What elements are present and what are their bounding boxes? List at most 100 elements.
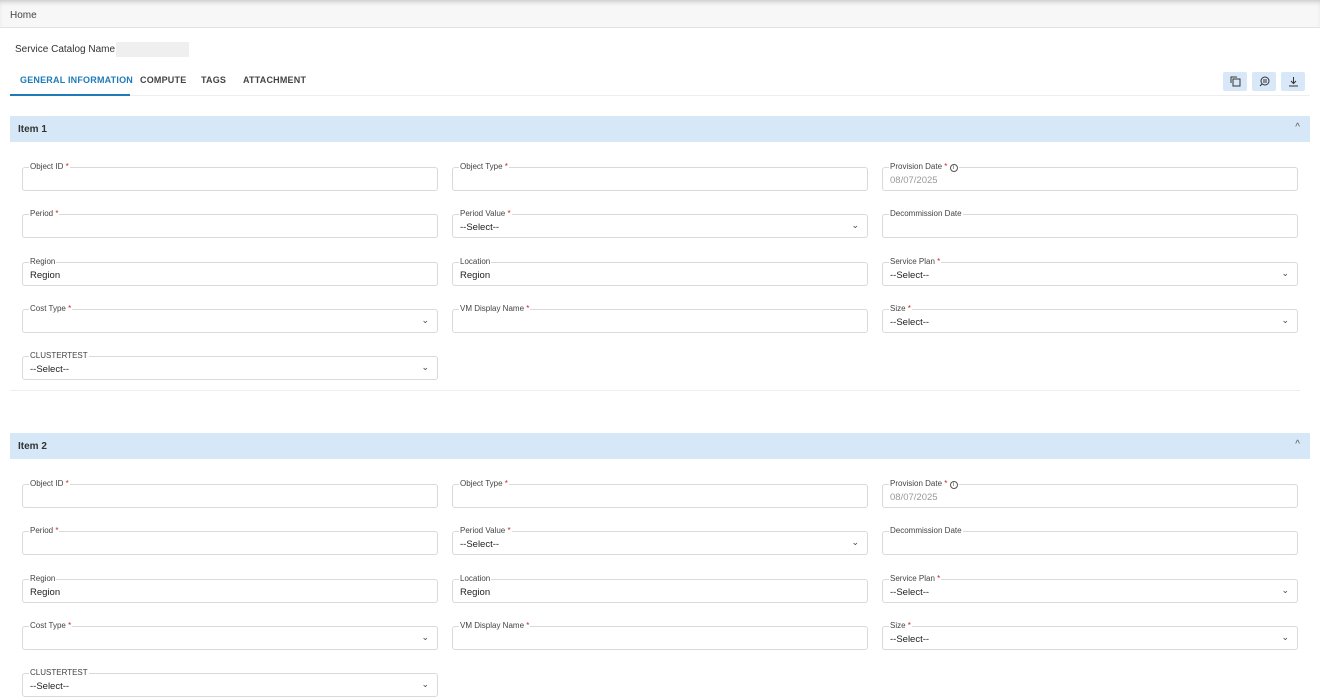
decommission-date-input[interactable]: Decommission Date bbox=[882, 526, 1298, 556]
required-marker: * bbox=[68, 620, 72, 630]
field-label: Service Plan * bbox=[889, 573, 942, 584]
cost-type-select[interactable]: Cost Type * ⌄ bbox=[22, 303, 438, 333]
chevron-down-icon[interactable]: ⌄ bbox=[1281, 268, 1289, 279]
cost-type-select[interactable]: Cost Type * ⌄ bbox=[22, 620, 438, 650]
download-icon bbox=[1288, 77, 1298, 87]
field-label: Provision Date * i bbox=[889, 162, 959, 172]
service-plan-select[interactable]: Service Plan * --Select-- ⌄ bbox=[882, 256, 1298, 286]
field-label-text: Location bbox=[460, 256, 491, 266]
object-type-input[interactable]: Object Type * bbox=[452, 479, 868, 508]
field-label-text: Region bbox=[30, 256, 56, 266]
chevron-down-icon[interactable]: ⌄ bbox=[1281, 632, 1289, 643]
chevron-up-icon[interactable]: ^ bbox=[1295, 122, 1300, 133]
item-section: Item 1 ^ bbox=[10, 116, 1310, 142]
field-label: Object Type * bbox=[459, 162, 509, 172]
item-header[interactable]: Item 2 ^ bbox=[10, 433, 1310, 459]
required-marker: * bbox=[526, 620, 530, 630]
size-select[interactable]: Size * --Select-- ⌄ bbox=[882, 620, 1298, 650]
required-marker: * bbox=[55, 209, 59, 219]
chevron-down-icon[interactable]: ⌄ bbox=[1281, 315, 1289, 326]
size-select[interactable]: Size * --Select-- ⌄ bbox=[882, 303, 1298, 333]
chevron-down-icon[interactable]: ⌄ bbox=[851, 537, 859, 548]
chevron-down-icon[interactable]: ⌄ bbox=[421, 362, 429, 373]
field-value: --Select-- bbox=[890, 633, 930, 645]
field-value: --Select-- bbox=[890, 269, 930, 281]
chevron-down-icon[interactable]: ⌄ bbox=[1281, 585, 1289, 596]
field-label: Object ID * bbox=[29, 479, 70, 489]
field-value: --Select-- bbox=[460, 539, 500, 551]
chevron-down-icon[interactable]: ⌄ bbox=[421, 632, 429, 643]
chevron-up-icon[interactable]: ^ bbox=[1295, 439, 1300, 450]
field-label: CLUSTERTEST bbox=[29, 668, 89, 679]
copy-icon bbox=[1230, 76, 1240, 87]
field-label-text: Size bbox=[890, 303, 906, 313]
required-marker: * bbox=[907, 303, 911, 313]
chevron-down-icon[interactable]: ⌄ bbox=[421, 679, 429, 690]
comment-button[interactable] bbox=[1252, 72, 1276, 91]
period-value-select[interactable]: Period Value * --Select-- ⌄ bbox=[452, 209, 868, 239]
field-value: --Select-- bbox=[30, 364, 70, 376]
field-label-text: Object ID bbox=[30, 479, 64, 488]
info-icon[interactable]: i bbox=[949, 481, 958, 489]
clustertest-select[interactable]: CLUSTERTEST --Select-- ⌄ bbox=[22, 351, 438, 381]
field-label-text: Period bbox=[30, 209, 54, 219]
field-label-text: Object Type bbox=[460, 162, 503, 171]
location-input[interactable]: Location Region bbox=[452, 256, 868, 286]
object-id-input[interactable]: Object ID * bbox=[22, 479, 438, 508]
field-label-text: Period Value bbox=[460, 209, 506, 219]
field-label: Period Value * bbox=[459, 209, 512, 220]
field-label-text: Provision Date bbox=[890, 162, 943, 171]
field-label-text: Location bbox=[460, 573, 491, 583]
field-label: Cost Type * bbox=[29, 620, 73, 631]
field-value: Region bbox=[460, 586, 491, 598]
tab-compute[interactable]: COMPUTE bbox=[140, 75, 186, 85]
field-label-text: Service Plan bbox=[890, 573, 935, 583]
chevron-down-icon[interactable]: ⌄ bbox=[851, 220, 859, 231]
field-value: --Select-- bbox=[460, 222, 500, 234]
location-input[interactable]: Location Region bbox=[452, 573, 868, 603]
field-label-text: Cost Type bbox=[30, 620, 66, 630]
required-marker: * bbox=[507, 209, 511, 219]
period-value-select[interactable]: Period Value * --Select-- ⌄ bbox=[452, 526, 868, 556]
region-input[interactable]: Region Region bbox=[22, 573, 438, 603]
chevron-down-icon[interactable]: ⌄ bbox=[421, 315, 429, 326]
info-icon[interactable]: i bbox=[949, 164, 958, 172]
service-plan-select[interactable]: Service Plan * --Select-- ⌄ bbox=[882, 573, 1298, 603]
required-marker: * bbox=[68, 303, 72, 313]
breadcrumb-home[interactable]: Home bbox=[10, 10, 37, 21]
item-header[interactable]: Item 1 ^ bbox=[10, 116, 1310, 142]
tab-attachment[interactable]: ATTACHMENT bbox=[243, 75, 306, 85]
required-marker: * bbox=[944, 479, 948, 488]
clustertest-select[interactable]: CLUSTERTEST --Select-- ⌄ bbox=[22, 668, 438, 697]
field-label: Service Plan * bbox=[889, 256, 942, 267]
required-marker: * bbox=[65, 162, 69, 171]
field-value: 08/07/2025 bbox=[890, 492, 938, 503]
field-value: Region bbox=[460, 269, 491, 281]
tab-tags[interactable]: TAGS bbox=[201, 75, 226, 85]
item-title: Item 1 bbox=[18, 124, 47, 135]
copy-button[interactable] bbox=[1223, 72, 1247, 91]
object-type-input[interactable]: Object Type * bbox=[452, 162, 868, 191]
vm-display-name-input[interactable]: VM Display Name * bbox=[452, 303, 868, 333]
field-label: Location bbox=[459, 256, 492, 267]
tab-general-information[interactable]: GENERAL INFORMATION bbox=[20, 75, 133, 85]
field-label: VM Display Name * bbox=[459, 303, 531, 314]
field-label-text: Decommission Date bbox=[890, 209, 962, 219]
decommission-date-input[interactable]: Decommission Date bbox=[882, 209, 1298, 239]
service-catalog-label: Service Catalog Name : bbox=[15, 44, 121, 55]
field-value: --Select-- bbox=[890, 586, 930, 598]
item-section: Item 2 ^ bbox=[10, 433, 1310, 459]
region-input[interactable]: Region Region bbox=[22, 256, 438, 286]
provision-date-input[interactable]: Provision Date * i 08/07/2025 bbox=[882, 479, 1298, 508]
period-input[interactable]: Period * bbox=[22, 209, 438, 239]
provision-date-input[interactable]: Provision Date * i 08/07/2025 bbox=[882, 162, 1298, 191]
period-input[interactable]: Period * bbox=[22, 526, 438, 556]
object-id-input[interactable]: Object ID * bbox=[22, 162, 438, 191]
field-label: Decommission Date bbox=[889, 526, 963, 537]
download-button[interactable] bbox=[1281, 72, 1305, 91]
vm-display-name-input[interactable]: VM Display Name * bbox=[452, 620, 868, 650]
field-label: Provision Date * i bbox=[889, 479, 959, 489]
field-value: --Select-- bbox=[890, 316, 930, 328]
field-label-text: Object ID bbox=[30, 162, 64, 171]
required-marker: * bbox=[55, 526, 59, 536]
